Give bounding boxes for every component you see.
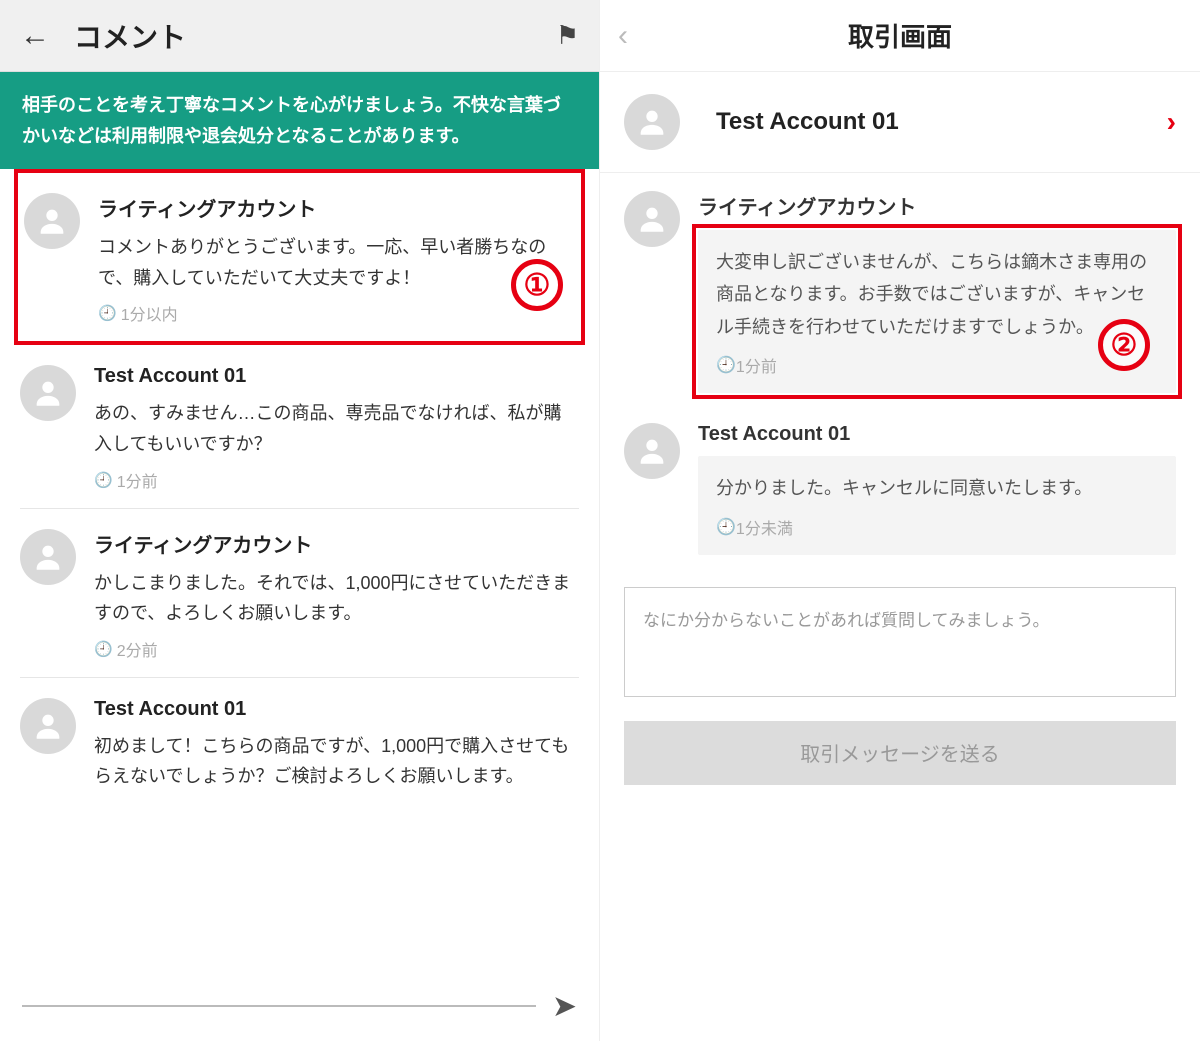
message-item: Test Account 01 分かりました。キャンセルに同意いたします。 🕘1… [624, 405, 1176, 566]
clock-icon: 🕘 [98, 304, 117, 322]
comments-pane: ← コメント ⚑ 相手のことを考え丁寧なコメントを心がけましょう。不快な言葉づか… [0, 0, 600, 1041]
chevron-left-icon[interactable]: ‹ [618, 19, 628, 53]
annotation-badge-2: ② [1098, 319, 1150, 371]
back-arrow-icon[interactable]: ← [20, 19, 50, 53]
comment-item: Test Account 01 あの、すみません…この商品、専売品でなければ、私… [20, 345, 579, 508]
account-name: Test Account 01 [716, 108, 1167, 136]
comment-author: ライティングアカウント [94, 529, 579, 558]
comment-time: 🕘2分前 [94, 637, 579, 661]
compose-input-line[interactable] [22, 1005, 536, 1007]
notice-banner: 相手のことを考え丁寧なコメントを心がけましょう。不快な言葉づかいなどは利用制限や… [0, 72, 599, 169]
avatar-icon [624, 94, 680, 150]
comment-author: Test Account 01 [94, 365, 579, 388]
comment-text: かしこまりました。それでは、1,000円にさせていただきますので、よろしくお願い… [94, 568, 579, 629]
header-right: ‹ 取引画面 [600, 0, 1200, 72]
message-author: ライティングアカウント [698, 191, 1176, 220]
transaction-pane: ‹ 取引画面 Test Account 01 › ライティングアカウント 大変申… [600, 0, 1200, 1041]
comment-time: 🕘1分前 [94, 468, 579, 492]
comment-author: Test Account 01 [94, 698, 579, 721]
comment-time: 🕘1分以内 [98, 301, 575, 325]
message-list: ライティングアカウント 大変申し訳ございませんが、こちらは鏑木さま専用の商品とな… [600, 173, 1200, 567]
clock-icon: 🕘 [716, 355, 736, 375]
comment-text: あの、すみません…この商品、専売品でなければ、私が購入してもいいですか？ [94, 398, 579, 459]
send-icon[interactable]: ➤ [552, 989, 577, 1024]
message-author: Test Account 01 [698, 423, 1176, 446]
avatar-icon [20, 365, 76, 421]
clock-icon: 🕘 [716, 517, 736, 537]
message-text: 大変申し訳ございませんが、こちらは鏑木さま専用の商品となります。お手数ではござい… [716, 246, 1158, 343]
flag-icon[interactable]: ⚑ [556, 20, 579, 51]
comment-text: 初めまして！こちらの商品ですが、1,000円で購入させてもらえないでしょうか？ご… [94, 731, 579, 792]
avatar-icon [624, 423, 680, 479]
avatar-icon [20, 529, 76, 585]
header-left: ← コメント ⚑ [0, 0, 599, 72]
clock-icon: 🕘 [94, 471, 113, 489]
page-title-right: 取引画面 [848, 17, 952, 54]
clock-icon: 🕘 [94, 640, 113, 658]
comment-text: コメントありがとうございます。一応、早い者勝ちなので、購入していただいて大丈夫で… [98, 232, 575, 293]
highlighted-comment: ライティングアカウント コメントありがとうございます。一応、早い者勝ちなので、購… [14, 169, 585, 345]
avatar-icon [24, 193, 80, 249]
message-time: 🕘1分未満 [716, 515, 1158, 539]
message-bubble: 分かりました。キャンセルに同意いたします。 🕘1分未満 [698, 456, 1176, 554]
avatar-icon [20, 698, 76, 754]
placeholder-text: なにか分からないことがあれば質問してみましょう。 [643, 611, 1049, 630]
message-time: 🕘1分前 [716, 353, 1158, 377]
message-text: 分かりました。キャンセルに同意いたします。 [716, 472, 1158, 504]
comment-author: ライティングアカウント [98, 193, 575, 222]
comment-item: Test Account 01 初めまして！こちらの商品ですが、1,000円で購… [20, 678, 579, 816]
account-row[interactable]: Test Account 01 › [600, 72, 1200, 173]
comment-item: ライティングアカウント コメントありがとうございます。一応、早い者勝ちなので、購… [24, 173, 575, 341]
annotation-badge-1: ① [511, 259, 563, 311]
message-input[interactable]: なにか分からないことがあれば質問してみましょう。 [624, 587, 1176, 697]
compose-row: ➤ [0, 981, 599, 1041]
message-bubble: 大変申し訳ございませんが、こちらは鏑木さま専用の商品となります。お手数ではござい… [698, 230, 1176, 393]
message-item: ライティングアカウント 大変申し訳ございませんが、こちらは鏑木さま専用の商品とな… [624, 173, 1176, 405]
chevron-right-icon: › [1167, 106, 1176, 138]
page-title-left: コメント [74, 16, 556, 56]
comment-item: ライティングアカウント かしこまりました。それでは、1,000円にさせていただき… [20, 509, 579, 678]
comment-list: ライティングアカウント コメントありがとうございます。一応、早い者勝ちなので、購… [0, 169, 599, 981]
avatar-icon [624, 191, 680, 247]
send-message-button[interactable]: 取引メッセージを送る [624, 721, 1176, 785]
